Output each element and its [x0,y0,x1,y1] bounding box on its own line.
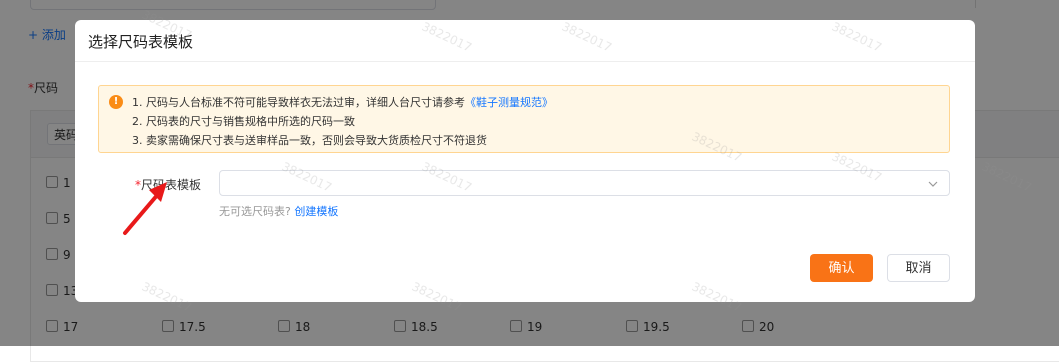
template-select[interactable] [219,170,950,196]
alert-line-2: 2. 尺码表的尺寸与销售规格中所选的尺码一致 [132,115,355,128]
measurement-guide-link[interactable]: 《鞋子测量规范》 [465,96,553,109]
cancel-button[interactable]: 取消 [887,254,950,282]
confirm-button[interactable]: 确认 [810,254,873,282]
warning-icon: ! [109,95,123,109]
create-template-link[interactable]: 创建模板 [294,205,338,218]
template-hint: 无可选尺码表? 创建模板 [219,203,338,219]
alert-line-3: 3. 卖家需确保尺寸表与送审样品一致，否则会导致大货质检尺寸不符退货 [132,134,487,147]
alert-line-1-text: 1. 尺码与人台标准不符可能导致样衣无法过审，详细人台尺寸请参考 [132,96,465,109]
dialog-header: 选择尺码表模板 [75,20,975,62]
red-arrow-annotation [123,182,167,235]
hint-text: 无可选尺码表? [219,205,291,218]
alert-line-1: 1. 尺码与人台标准不符可能导致样衣无法过审，详细人台尺寸请参考《鞋子测量规范》 [132,94,553,110]
chevron-down-icon [928,181,938,187]
dialog-title: 选择尺码表模板 [88,33,194,51]
size-template-dialog: 选择尺码表模板 ! 1. 尺码与人台标准不符可能导致样衣无法过审，详细人台尺寸请… [75,20,975,302]
warning-alert: ! 1. 尺码与人台标准不符可能导致样衣无法过审，详细人台尺寸请参考《鞋子测量规… [98,85,950,153]
